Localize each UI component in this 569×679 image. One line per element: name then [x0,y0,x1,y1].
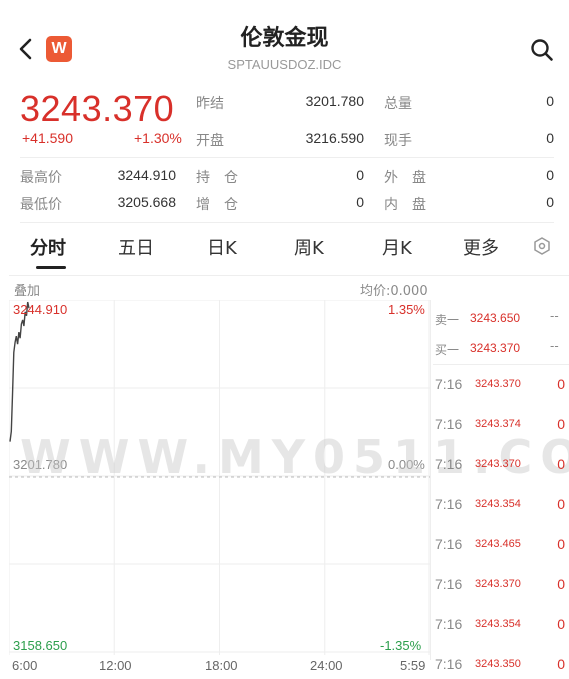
price-series [9,301,30,442]
y-axis-bottom-label: 3158.650 [13,638,68,653]
trade-price: 3243.370 [475,458,521,470]
trade-time: 7:16 [435,456,463,472]
open-interest-value: 0 [356,167,364,183]
open-label: 开盘 [196,133,224,149]
x-axis-label: 6:00 [12,658,38,673]
total-volume-value: 0 [546,93,554,109]
sell1-price: 3243.650 [470,311,521,325]
buy1-label: 买一 [435,343,460,357]
trade-time: 7:16 [435,496,463,512]
low-value: 3205.668 [117,194,176,210]
trade-volume: 0 [557,616,565,632]
y-axis-top-label: 3244.910 [13,302,68,317]
y-axis-bottom-pct: -1.35% [380,638,422,653]
trade-time: 7:16 [435,416,463,432]
panel-divider [430,300,431,660]
divider [20,157,554,158]
trade-row: 7:16 3243.370 0 [433,456,569,476]
tab-monthly-k[interactable]: 月K [382,234,412,260]
total-volume-label: 总量 [384,96,412,112]
sell1-label: 卖一 [435,313,460,327]
trade-time: 7:16 [435,656,463,672]
price-line [9,301,30,442]
sell1-volume: -- [550,309,559,323]
price-change-percent: +1.30% [134,130,182,146]
inner-disk-label: 内 盘 [384,197,426,213]
high-label: 最高价 [20,170,62,186]
current-hand-label: 现手 [384,133,412,149]
trade-price: 3243.370 [475,378,521,390]
trade-price: 3243.354 [475,498,521,510]
trade-time: 7:16 [435,616,463,632]
outer-disk-value: 0 [546,167,554,183]
trade-row: 7:16 3243.354 0 [433,496,569,516]
buy1-volume: -- [550,339,559,353]
tab-five-day[interactable]: 五日 [118,234,154,260]
trade-volume: 0 [557,536,565,552]
price-change: +41.590 [22,130,73,146]
trade-row: 7:16 3243.374 0 [433,416,569,436]
trade-row: 7:16 3243.465 0 [433,536,569,556]
overlay-button[interactable]: 叠加 [14,280,40,299]
inner-disk-value: 0 [546,194,554,210]
tab-daily-k[interactable]: 日K [207,234,237,260]
trade-row: 7:16 3243.370 0 [433,576,569,596]
buy1-price: 3243.370 [470,341,521,355]
trade-volume: 0 [557,376,565,392]
trade-time: 7:16 [435,376,463,392]
trade-volume: 0 [557,576,565,592]
tab-weekly-k[interactable]: 周K [294,234,324,260]
prev-settle-label: 昨结 [196,96,224,112]
divider [433,364,569,365]
divider [9,275,569,276]
interest-change-value: 0 [356,194,364,210]
trade-time: 7:16 [435,536,463,552]
x-axis-label: 12:00 [99,658,132,673]
trade-price: 3243.354 [475,618,521,630]
open-value: 3216.590 [305,130,364,146]
search-icon[interactable] [530,38,554,62]
trade-price: 3243.374 [475,418,521,430]
x-axis-label: 24:00 [310,658,343,673]
trade-time: 7:16 [435,576,463,592]
divider [20,222,554,223]
current-price: 3243.370 [20,88,175,129]
x-axis-label: 18:00 [205,658,238,673]
trade-price: 3243.350 [475,658,521,670]
interest-change-label: 增 仓 [196,197,238,213]
trade-volume: 0 [557,496,565,512]
settings-hexagon-icon[interactable] [533,237,551,259]
active-tab-indicator [36,266,66,269]
page-title: 伦敦金现 [240,26,329,51]
prev-settle-value: 3201.780 [305,93,364,109]
open-interest-label: 持 仓 [196,170,238,186]
trade-price: 3243.370 [475,578,521,590]
current-hand-value: 0 [546,130,554,146]
trade-row: 7:16 3243.370 0 [433,376,569,396]
trade-volume: 0 [557,416,565,432]
tab-more[interactable]: 更多 [463,234,499,260]
tab-intraday[interactable]: 分时 [30,234,66,260]
y-axis-top-pct: 1.35% [388,302,425,317]
trade-row: 7:16 3243.350 0 [433,656,569,676]
low-label: 最低价 [20,197,62,213]
trade-volume: 0 [557,456,565,472]
avg-price-label: 均价:0.000 [360,284,428,299]
x-axis-label: 5:59 [400,658,426,673]
trade-volume: 0 [557,656,565,672]
outer-disk-label: 外 盘 [384,170,426,186]
high-value: 3244.910 [117,167,176,183]
trade-row: 7:16 3243.354 0 [433,616,569,636]
trade-price: 3243.465 [475,538,521,550]
symbol-code: SPTAUUSDOZ.IDC [227,57,342,72]
